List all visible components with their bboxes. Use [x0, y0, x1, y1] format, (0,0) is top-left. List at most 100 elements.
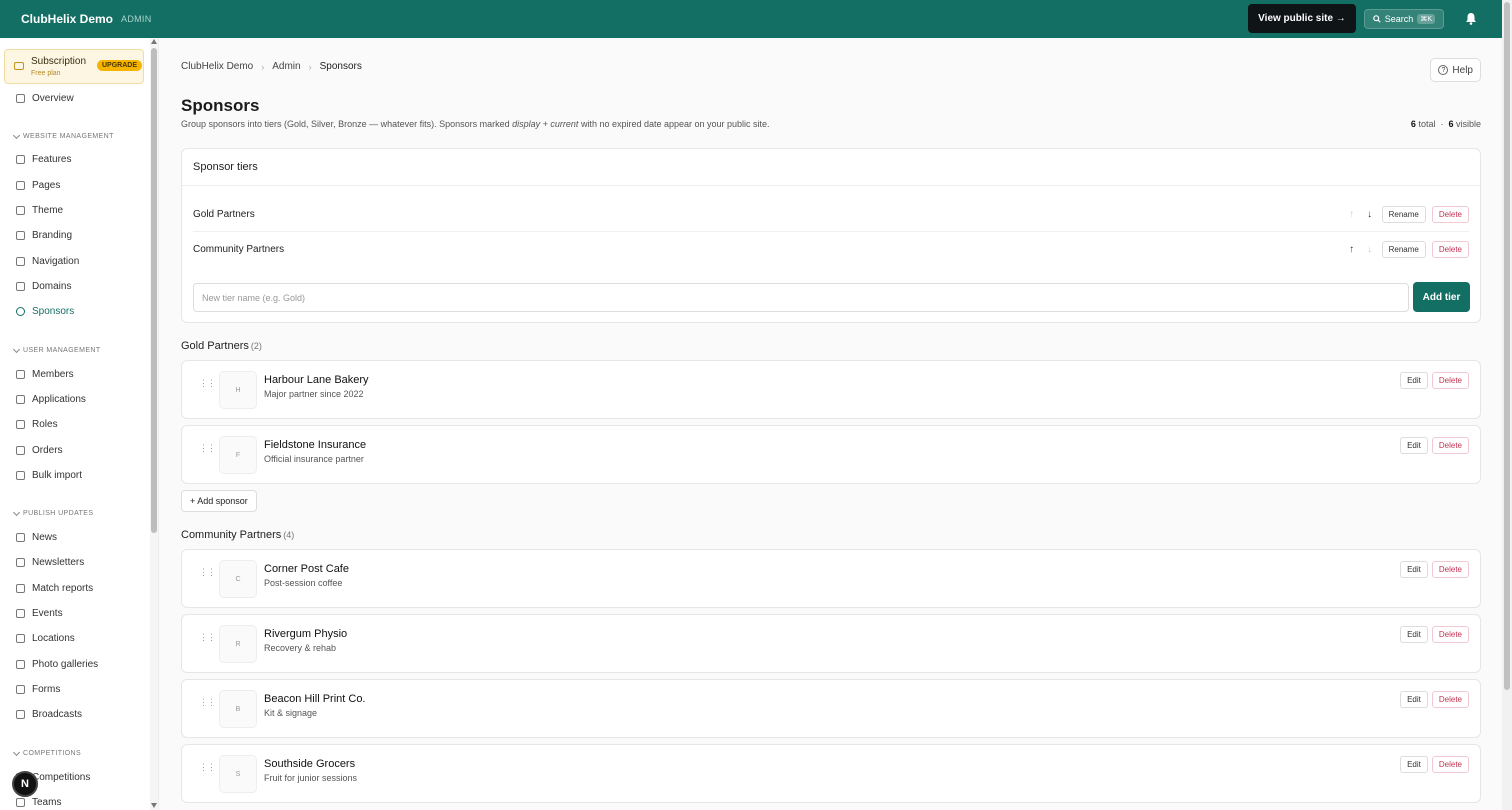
move-up-icon[interactable]: ↑: [1346, 209, 1358, 220]
sidebar-item-forms[interactable]: Forms: [16, 681, 60, 697]
sidebar-item-photo-galleries[interactable]: Photo galleries: [16, 656, 98, 672]
sidebar-item-overview[interactable]: Overview: [16, 90, 74, 106]
edit-sponsor-button[interactable]: Edit: [1400, 372, 1428, 389]
sidebar-item-domains[interactable]: Domains: [16, 278, 71, 294]
move-down-icon[interactable]: ↓: [1364, 244, 1376, 255]
subscription-card[interactable]: Subscription Free plan UPGRADE: [4, 49, 144, 84]
sparkle-icon: [16, 154, 25, 164]
tier-name: Community Partners: [193, 244, 285, 255]
sponsor-card: ⋮⋮ C Corner Post Cafe Post-session coffe…: [181, 549, 1481, 608]
sponsor-name: Southside Grocers: [264, 758, 356, 770]
sidebar-item-newsletters[interactable]: Newsletters: [16, 554, 84, 570]
tier-row: Gold Partners ↑ ↓ Rename Delete: [193, 197, 1469, 232]
sidebar: Subscription Free plan UPGRADE Overview …: [0, 38, 159, 810]
upload-icon: [16, 470, 25, 480]
drag-handle-icon[interactable]: ⋮⋮: [199, 378, 216, 389]
section-publish-updates[interactable]: PUBLISH UPDATES: [12, 508, 93, 517]
sponsor-name: Harbour Lane Bakery: [264, 374, 369, 386]
sponsor-description: Fruit for junior sessions: [264, 773, 358, 783]
sidebar-item-branding[interactable]: Branding: [16, 227, 72, 243]
sponsor-logo: R: [219, 625, 257, 663]
help-button[interactable]: ? Help: [1430, 58, 1481, 82]
brand-name[interactable]: ClubHelix Demo: [21, 12, 113, 26]
page-scroll-thumb[interactable]: [1504, 2, 1510, 690]
delete-sponsor-button[interactable]: Delete: [1431, 437, 1469, 454]
delete-sponsor-button[interactable]: Delete: [1431, 626, 1469, 643]
sidebar-item-applications[interactable]: Applications: [16, 391, 86, 407]
view-public-site-button[interactable]: View public site →: [1248, 4, 1356, 33]
delete-sponsor-button[interactable]: Delete: [1431, 561, 1469, 578]
framework-badge[interactable]: N: [12, 771, 38, 797]
drag-handle-icon[interactable]: ⋮⋮: [199, 567, 216, 578]
add-sponsor-button[interactable]: + Add sponsor: [181, 490, 257, 512]
file-icon: [16, 180, 25, 190]
sidebar-item-theme[interactable]: Theme: [16, 202, 63, 218]
sidebar-item-match-reports[interactable]: Match reports: [16, 580, 93, 596]
subscription-title: Subscription: [31, 56, 87, 67]
section-user-management[interactable]: USER MANAGEMENT: [12, 345, 101, 354]
page-scrollbar[interactable]: [1502, 0, 1512, 810]
delete-tier-button[interactable]: Delete: [1431, 241, 1469, 258]
sidebar-item-sponsors[interactable]: Sponsors: [16, 303, 74, 319]
sponsor-card: ⋮⋮ S Southside Grocers Fruit for junior …: [181, 744, 1481, 803]
drag-handle-icon[interactable]: ⋮⋮: [199, 632, 216, 643]
sidebar-item-members[interactable]: Members: [16, 366, 74, 382]
group-heading: Community Partners (4): [181, 529, 295, 541]
edit-sponsor-button[interactable]: Edit: [1400, 691, 1428, 708]
upgrade-badge[interactable]: UPGRADE: [97, 60, 143, 71]
drag-handle-icon[interactable]: ⋮⋮: [199, 762, 216, 773]
sponsor-logo: H: [219, 371, 257, 409]
sidebar-item-pages[interactable]: Pages: [16, 177, 60, 193]
edit-sponsor-button[interactable]: Edit: [1400, 626, 1428, 643]
move-down-icon[interactable]: ↓: [1364, 209, 1376, 220]
sponsor-tiers-heading: Sponsor tiers: [182, 149, 1480, 186]
photo-icon: [16, 659, 25, 669]
edit-sponsor-button[interactable]: Edit: [1400, 756, 1428, 773]
sidebar-item-events[interactable]: Events: [16, 605, 63, 621]
scroll-down-icon[interactable]: [151, 803, 157, 808]
sponsor-description: Post-session coffee: [264, 578, 343, 588]
add-tier-button[interactable]: Add tier: [1413, 282, 1470, 312]
rename-tier-button[interactable]: Rename: [1381, 205, 1426, 223]
bell-icon[interactable]: [1464, 12, 1478, 26]
drag-handle-icon[interactable]: ⋮⋮: [199, 697, 216, 708]
sidebar-item-news[interactable]: News: [16, 529, 57, 545]
sponsor-tiers-card: Sponsor tiers Gold Partners ↑ ↓ Rename D…: [181, 148, 1481, 323]
sponsor-logo: S: [219, 755, 257, 793]
home-icon: [16, 93, 25, 103]
sidebar-item-broadcasts[interactable]: Broadcasts: [16, 706, 82, 722]
edit-sponsor-button[interactable]: Edit: [1400, 561, 1428, 578]
sidebar-item-locations[interactable]: Locations: [16, 630, 75, 646]
section-website-management[interactable]: WEBSITE MANAGEMENT: [12, 131, 114, 140]
chevron-right-icon: ›: [261, 61, 265, 72]
palette-icon: [16, 205, 25, 215]
shield-icon: [16, 419, 25, 429]
new-tier-input[interactable]: New tier name (e.g. Gold): [193, 283, 1409, 312]
sponsor-name: Rivergum Physio: [264, 628, 348, 640]
breadcrumb-club[interactable]: ClubHelix Demo: [181, 61, 253, 72]
sidebar-item-orders[interactable]: Orders: [16, 442, 63, 458]
scroll-up-icon[interactable]: [151, 39, 157, 44]
delete-sponsor-button[interactable]: Delete: [1431, 756, 1469, 773]
delete-sponsor-button[interactable]: Delete: [1431, 372, 1469, 389]
breadcrumb-admin[interactable]: Admin: [272, 61, 300, 72]
delete-tier-button[interactable]: Delete: [1431, 205, 1469, 223]
sidebar-item-features[interactable]: Features: [16, 151, 71, 167]
top-bar: ClubHelix Demo ADMIN View public site → …: [0, 0, 1502, 38]
team-icon: [16, 797, 25, 807]
rename-tier-button[interactable]: Rename: [1381, 241, 1426, 258]
sidebar-item-bulk-import[interactable]: Bulk import: [16, 467, 82, 483]
calendar-icon: [16, 608, 25, 618]
form-icon: [16, 684, 25, 694]
move-up-icon[interactable]: ↑: [1346, 244, 1358, 255]
sidebar-item-roles[interactable]: Roles: [16, 416, 58, 432]
delete-sponsor-button[interactable]: Delete: [1431, 691, 1469, 708]
sidebar-item-navigation[interactable]: Navigation: [16, 253, 79, 269]
drag-handle-icon[interactable]: ⋮⋮: [199, 443, 216, 454]
clipboard-icon: [16, 583, 25, 593]
section-competitions[interactable]: COMPETITIONS: [12, 748, 81, 757]
sidebar-scroll-thumb[interactable]: [151, 48, 157, 533]
edit-sponsor-button[interactable]: Edit: [1400, 437, 1428, 454]
sidebar-scrollbar[interactable]: [150, 38, 158, 810]
search-button[interactable]: Search ⌘K: [1363, 8, 1444, 29]
